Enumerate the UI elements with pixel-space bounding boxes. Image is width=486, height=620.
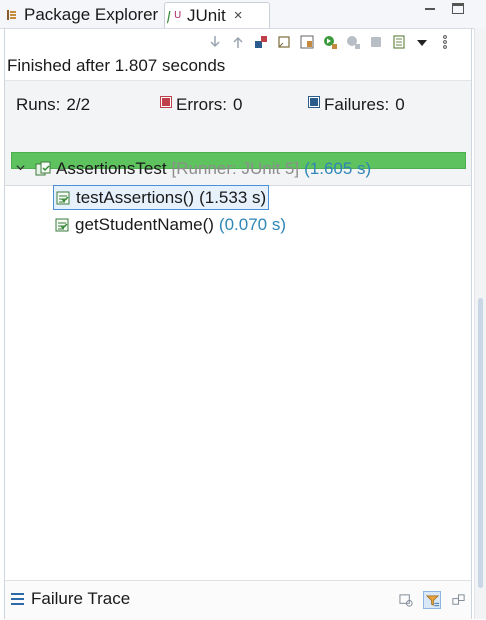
- elapsed-time: (1.605 s): [304, 159, 372, 178]
- junit-view: Finished after 1.807 seconds Runs: 2/2 E…: [4, 28, 472, 620]
- show-failures-only-icon[interactable]: [253, 34, 269, 50]
- maximize-icon[interactable]: [452, 3, 464, 14]
- junit-icon: J U: [164, 8, 183, 25]
- chevron-down-icon[interactable]: [11, 162, 29, 176]
- svg-text:U: U: [174, 10, 181, 21]
- test-ok-icon: [54, 217, 70, 233]
- failure-trace-toolbar: [397, 591, 467, 609]
- view-menu-icon[interactable]: [414, 34, 430, 50]
- scrollbar-thumb[interactable]: [478, 298, 483, 588]
- tree-item-getstudentname[interactable]: getStudentName() (0.070 s): [54, 213, 286, 237]
- close-icon[interactable]: ×: [234, 7, 243, 24]
- filter-stack-trace-icon[interactable]: [423, 591, 441, 609]
- rerun-failed-first-icon[interactable]: [345, 34, 361, 50]
- status-message: Finished after 1.807 seconds: [7, 56, 226, 75]
- minimize-icon[interactable]: [424, 3, 436, 15]
- view-window-controls: [424, 3, 464, 15]
- layout-icon[interactable]: [299, 34, 315, 50]
- runs-counter: Runs: 2/2: [16, 95, 90, 115]
- compare-results-icon[interactable]: [397, 591, 415, 609]
- vertical-scrollbar[interactable]: [474, 28, 486, 619]
- tab-package-explorer[interactable]: Package Explorer: [4, 2, 164, 28]
- junit-toolbar: [207, 34, 453, 50]
- tree-item-testassertions[interactable]: testAssertions() (1.533 s): [53, 185, 270, 210]
- failures-counter: Failures: 0: [308, 95, 405, 115]
- runner-label: [Runner: JUnit 5]: [171, 159, 300, 178]
- view-tab-bar: Package Explorer J U JUnit ×: [0, 0, 486, 29]
- failure-trace-title: Failure Trace: [11, 589, 130, 609]
- package-explorer-icon: [4, 7, 20, 23]
- scroll-lock-icon[interactable]: [276, 34, 292, 50]
- tree-item-assertionstest[interactable]: AssertionsTest [Runner: JUnit 5] (1.605 …: [11, 157, 371, 181]
- errors-label: Errors:: [176, 95, 227, 114]
- tab-package-explorer-label: Package Explorer: [24, 5, 159, 24]
- next-failure-icon[interactable]: [207, 34, 223, 50]
- runs-value: 2/2: [66, 95, 91, 114]
- error-icon: [160, 96, 172, 108]
- tree-item-label: AssertionsTest: [56, 159, 167, 178]
- rerun-icon[interactable]: [322, 34, 338, 50]
- failure-trace-label: Failure Trace: [31, 589, 131, 608]
- errors-counter: Errors: 0: [160, 95, 243, 115]
- copy-trace-icon[interactable]: [449, 591, 467, 609]
- errors-value: 0: [233, 95, 243, 114]
- tree-item-label: getStudentName(): [75, 215, 214, 234]
- failure-icon: [308, 96, 320, 108]
- failures-label: Failures:: [324, 95, 390, 114]
- failures-value: 0: [395, 95, 405, 114]
- tab-junit[interactable]: J U JUnit ×: [164, 2, 270, 28]
- previous-failure-icon[interactable]: [230, 34, 246, 50]
- stop-icon[interactable]: [368, 34, 384, 50]
- tree-item-label: testAssertions(): [76, 187, 195, 207]
- stack-trace-icon: [11, 593, 24, 605]
- more-icon[interactable]: [437, 34, 453, 50]
- tab-junit-label: JUnit: [187, 5, 226, 25]
- runs-label: Runs:: [16, 95, 61, 114]
- test-ok-icon: [55, 190, 71, 206]
- failure-trace-header: Failure Trace: [5, 580, 471, 620]
- history-icon[interactable]: [391, 34, 407, 50]
- elapsed-time: (0.070 s): [218, 215, 286, 234]
- test-suite-ok-icon: [35, 161, 51, 177]
- elapsed-time: (1.533 s): [199, 187, 267, 207]
- svg-text:J: J: [167, 10, 171, 24]
